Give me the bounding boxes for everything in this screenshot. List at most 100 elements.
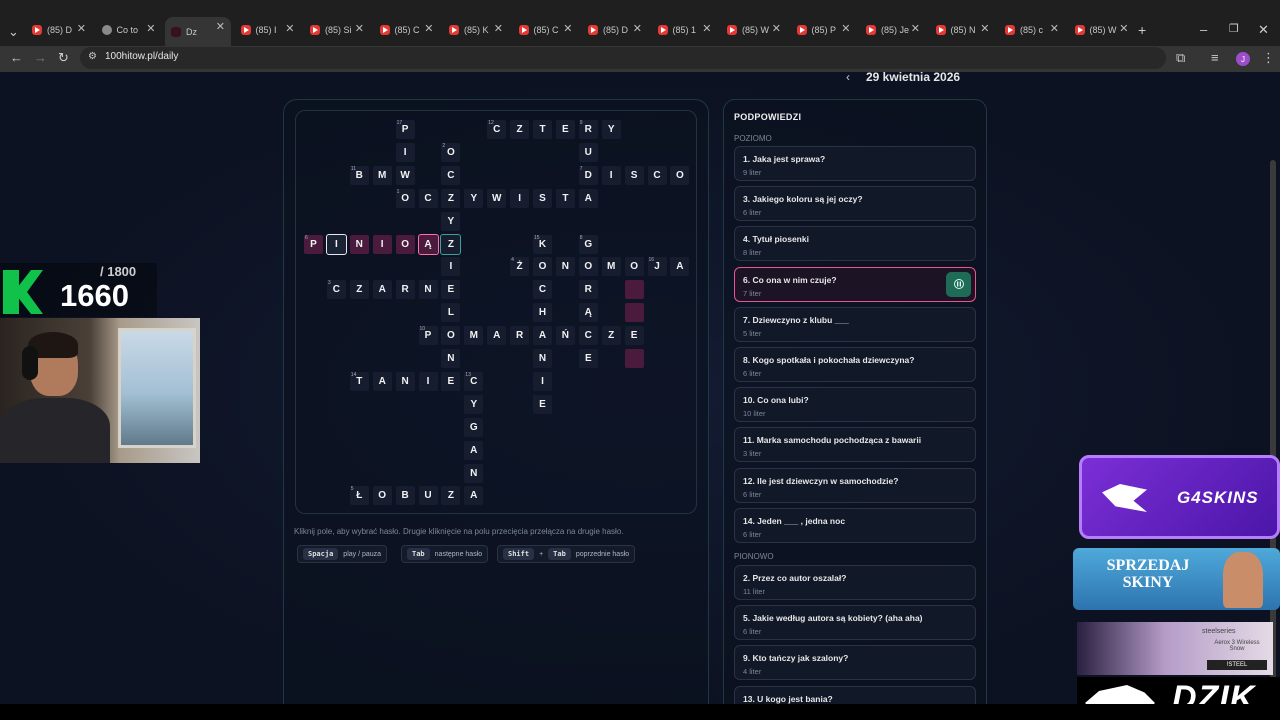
crossword-cell[interactable]: S bbox=[533, 188, 552, 208]
crossword-cell[interactable] bbox=[624, 349, 644, 368]
crossword-cell[interactable]: A bbox=[487, 326, 507, 346]
crossword-cell[interactable]: T bbox=[555, 188, 575, 208]
tab-close-icon[interactable]: ✕ bbox=[146, 22, 155, 35]
minimize-icon[interactable]: – bbox=[1200, 22, 1207, 37]
crossword-cell[interactable]: O bbox=[395, 234, 415, 254]
crossword-cell[interactable]: T bbox=[533, 120, 552, 139]
crossword-cell[interactable]: Z bbox=[441, 486, 461, 506]
crossword-cell[interactable]: A bbox=[670, 257, 690, 277]
tab-close-icon[interactable]: ✕ bbox=[77, 22, 86, 35]
crossword-cell[interactable]: I bbox=[325, 233, 347, 255]
crossword-cell[interactable]: U bbox=[418, 486, 438, 506]
browser-tab[interactable]: (85) P ✕ bbox=[791, 19, 857, 41]
browser-tab[interactable]: (85) C ✕ bbox=[374, 19, 440, 41]
tab-close-icon[interactable]: ✕ bbox=[702, 22, 711, 35]
tab-close-icon[interactable]: ✕ bbox=[494, 22, 503, 35]
crossword-cell[interactable]: O bbox=[578, 257, 598, 277]
crossword-cell[interactable]: I bbox=[418, 371, 438, 391]
crossword-cell[interactable]: U bbox=[578, 142, 598, 162]
tab-close-icon[interactable]: ✕ bbox=[980, 22, 989, 35]
browser-tab[interactable]: (85) N ✕ bbox=[930, 19, 996, 41]
maximize-icon[interactable]: ❐ bbox=[1229, 22, 1239, 35]
clue-item[interactable]: 2. Przez co autor oszalał? 11 liter bbox=[734, 565, 976, 600]
reload-icon[interactable]: ↻ bbox=[58, 50, 69, 66]
crossword-cell[interactable]: O bbox=[533, 257, 552, 277]
crossword-cell[interactable]: E bbox=[441, 371, 461, 391]
tab-close-icon[interactable]: ✕ bbox=[355, 22, 364, 35]
crossword-cell[interactable]: Ą bbox=[417, 233, 439, 255]
browser-tab[interactable]: Dz ✕ bbox=[165, 17, 231, 46]
crossword-cell[interactable]: A bbox=[533, 326, 552, 346]
crossword-cell[interactable]: J 16 bbox=[647, 257, 667, 277]
tab-close-icon[interactable]: ✕ bbox=[633, 22, 642, 35]
clue-item[interactable]: 3. Jakiego koloru są jej oczy? 6 liter bbox=[734, 186, 976, 222]
tab-close-icon[interactable]: ✕ bbox=[1119, 22, 1128, 35]
crossword-cell[interactable]: P 17 bbox=[395, 120, 415, 139]
page-scrollbar[interactable] bbox=[1270, 160, 1276, 700]
ad-g4skins[interactable]: G4SKINS bbox=[1079, 455, 1280, 539]
crossword-cell[interactable]: C 13 bbox=[464, 371, 484, 391]
crossword-cell[interactable]: R9 bbox=[578, 120, 598, 139]
tab-close-icon[interactable]: ✕ bbox=[1050, 22, 1059, 35]
crossword-cell[interactable]: D7 bbox=[578, 165, 598, 185]
clue-item[interactable]: 8. Kogo spotkała i pokochała dziewczyna?… bbox=[734, 347, 976, 382]
crossword-cell[interactable]: C3 bbox=[326, 280, 346, 300]
crossword-cell[interactable]: I bbox=[510, 188, 530, 208]
clue-item[interactable]: 7. Dziewczyno z klubu ___ 5 liter bbox=[734, 306, 976, 342]
ad-steelseries[interactable]: steelseries Aerox 3 Wireless Snow !STEEL bbox=[1077, 622, 1273, 675]
crossword-cell[interactable]: G bbox=[464, 417, 484, 437]
crossword-cell[interactable]: I bbox=[395, 142, 415, 162]
tab-close-icon[interactable]: ✕ bbox=[285, 22, 294, 35]
pause-button[interactable] bbox=[946, 271, 971, 297]
browser-tab[interactable]: (85) C ✕ bbox=[513, 19, 579, 41]
crossword-cell[interactable]: Y bbox=[464, 394, 484, 414]
crossword-cell[interactable]: C bbox=[441, 165, 461, 185]
clue-item[interactable]: 9. Kto tańczy jak szalony? 4 liter bbox=[734, 645, 976, 681]
clue-item[interactable]: 12. Ile jest dziewczyn w samochodzie? 6 l… bbox=[734, 467, 976, 503]
browser-tab[interactable]: (85) W ✕ bbox=[721, 19, 787, 41]
browser-tab[interactable]: (85) I ✕ bbox=[235, 19, 301, 41]
crossword-cell[interactable]: E bbox=[555, 120, 575, 139]
crossword-cell[interactable]: P6 bbox=[304, 234, 323, 254]
crossword-cell[interactable]: Z bbox=[349, 280, 369, 300]
tab-close-icon[interactable]: ✕ bbox=[911, 22, 920, 35]
crossword-cell[interactable]: W bbox=[395, 165, 415, 185]
crossword-cell[interactable]: N bbox=[533, 349, 552, 368]
crossword-cell[interactable]: Ą bbox=[578, 303, 598, 323]
crossword-cell[interactable]: T 14 bbox=[349, 371, 369, 391]
crossword-cell[interactable]: I bbox=[533, 371, 552, 391]
crossword-cell[interactable]: M bbox=[464, 326, 484, 346]
crossword-cell[interactable]: A bbox=[464, 440, 484, 460]
tab-search-icon[interactable]: ⌄ bbox=[8, 24, 19, 40]
crossword-cell[interactable] bbox=[624, 303, 644, 323]
clue-item[interactable]: 6. Co ona w nim czuje? 7 liter bbox=[734, 266, 976, 302]
crossword-cell[interactable]: I bbox=[601, 165, 621, 185]
close-window-icon[interactable]: ✕ bbox=[1258, 22, 1269, 38]
crossword-cell[interactable]: A bbox=[372, 280, 392, 300]
prev-date-chevron-icon[interactable]: ‹ bbox=[846, 70, 850, 84]
crossword-cell[interactable]: R bbox=[510, 326, 530, 346]
crossword-cell[interactable]: O bbox=[624, 257, 644, 277]
media-icon[interactable]: ≡ bbox=[1211, 50, 1219, 65]
crossword-cell[interactable]: N bbox=[555, 257, 575, 277]
clue-item[interactable]: 14. Jeden ___ , jedna noc 6 liter bbox=[734, 507, 976, 543]
browser-tab[interactable]: (85) D ✕ bbox=[26, 19, 92, 41]
crossword-cell[interactable]: M bbox=[601, 257, 621, 277]
crossword-cell[interactable]: O bbox=[372, 486, 392, 506]
crossword-cell[interactable]: O bbox=[441, 326, 461, 346]
crossword-cell[interactable]: C bbox=[578, 326, 598, 346]
site-info-icon[interactable]: ⚙ bbox=[88, 51, 97, 62]
crossword-cell[interactable]: B 11 bbox=[349, 165, 369, 185]
crossword-cell[interactable]: A bbox=[372, 371, 392, 391]
extensions-icon[interactable]: ⧉ bbox=[1176, 50, 1185, 66]
browser-tab[interactable]: (85) W ✕ bbox=[1069, 19, 1135, 41]
clue-item[interactable]: 5. Jakie według autora są kobiety? (aha … bbox=[734, 605, 976, 641]
crossword-cell[interactable] bbox=[624, 280, 644, 300]
back-icon[interactable]: ← bbox=[10, 50, 23, 65]
crossword-cell[interactable]: Ż4 bbox=[510, 257, 530, 277]
profile-avatar[interactable]: J bbox=[1236, 52, 1250, 66]
crossword-cell[interactable]: P 10 bbox=[418, 326, 438, 346]
crossword-cell[interactable]: C bbox=[647, 165, 667, 185]
tab-close-icon[interactable]: ✕ bbox=[563, 22, 572, 35]
crossword-cell[interactable]: N bbox=[464, 463, 484, 483]
